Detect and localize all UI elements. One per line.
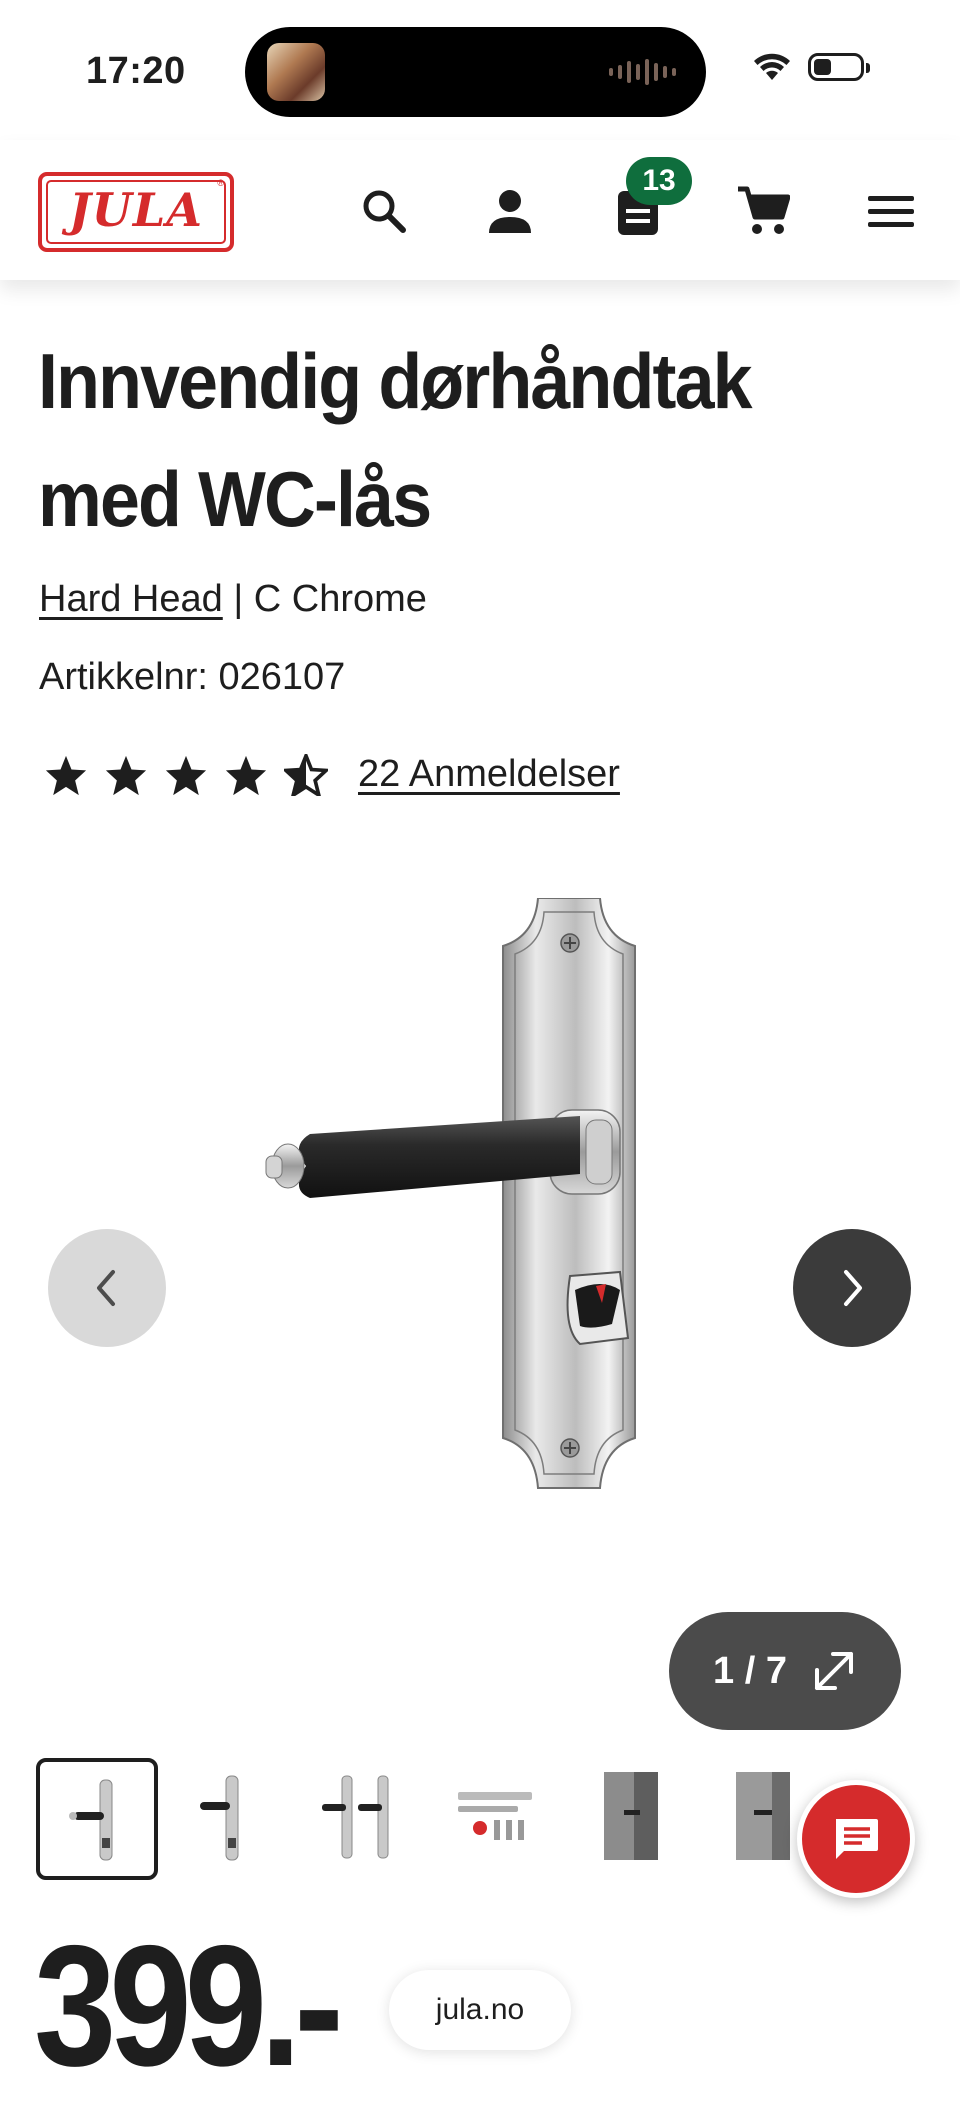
- product-variant: C Chrome: [253, 578, 427, 620]
- thumbnail-image: [69, 1779, 113, 1861]
- thumbnail-image: [200, 1775, 239, 1861]
- status-time: 17:20: [86, 50, 186, 92]
- expand-icon: [814, 1652, 853, 1690]
- star-icon: [105, 755, 147, 795]
- chevron-left-icon: [97, 1270, 115, 1306]
- product-image[interactable]: [250, 898, 710, 1498]
- cart-button[interactable]: [734, 182, 792, 240]
- thumbnail-4[interactable]: [438, 1758, 560, 1880]
- article-label: Artikkelnr:: [39, 656, 208, 698]
- search-button[interactable]: [355, 182, 413, 240]
- chevron-right-icon: [844, 1270, 862, 1306]
- chat-icon: [836, 1819, 878, 1859]
- site-header: JULA ® 13: [0, 140, 960, 280]
- product-rating[interactable]: 22 Anmeldelser: [44, 753, 620, 796]
- audio-waveform-icon: [609, 57, 676, 87]
- gallery-prev-button[interactable]: [48, 1229, 166, 1347]
- product-title: Innvendig dørhåndtak med WC-lås: [38, 337, 753, 543]
- star-icon: [225, 755, 267, 795]
- rating-stars: [44, 753, 328, 796]
- logo-text: JULA: [69, 183, 203, 237]
- battery-icon: [808, 53, 870, 81]
- chat-button[interactable]: [797, 1780, 915, 1898]
- account-button[interactable]: [481, 182, 539, 240]
- brand-link[interactable]: Hard Head: [39, 578, 223, 620]
- product-price: 399.-: [34, 1910, 344, 2102]
- thumbnail-5[interactable]: [572, 1758, 694, 1880]
- dynamic-island[interactable]: [245, 27, 706, 117]
- image-counter: 1 / 7: [713, 1649, 787, 1692]
- article-value: 026107: [218, 656, 346, 698]
- status-bar: 17:20: [0, 0, 960, 140]
- thumbnail-image: [604, 1772, 658, 1860]
- now-playing-artwork: [267, 43, 325, 101]
- cart-icon: [738, 186, 790, 234]
- article-number: Artikkelnr: 026107: [39, 656, 345, 699]
- thumbnail-image: [458, 1792, 532, 1840]
- thumbnail-image: [322, 1775, 389, 1859]
- thumbnail-2[interactable]: [170, 1758, 292, 1880]
- shopping-list-badge: 13: [626, 157, 692, 205]
- jula-logo[interactable]: JULA ®: [38, 172, 234, 252]
- star-icon: [45, 755, 87, 795]
- reviews-link[interactable]: 22 Anmeldelser: [358, 753, 620, 796]
- browser-url-pill[interactable]: jula.no: [389, 1970, 571, 2050]
- thumbnail-1[interactable]: [36, 1758, 158, 1880]
- brand-separator: |: [233, 578, 244, 620]
- menu-button[interactable]: [862, 182, 920, 240]
- wifi-icon: [754, 53, 790, 80]
- half-star-icon: [284, 753, 328, 796]
- menu-icon: [868, 196, 914, 227]
- gallery-next-button[interactable]: [793, 1229, 911, 1347]
- brand-line: Hard Head | C Chrome: [39, 578, 427, 621]
- user-icon: [489, 190, 531, 233]
- thumbnail-3[interactable]: [304, 1758, 426, 1880]
- star-icon: [165, 755, 207, 795]
- gallery-fullscreen-button[interactable]: 1 / 7: [669, 1612, 901, 1730]
- product-gallery[interactable]: 1 / 7: [0, 870, 960, 1730]
- search-icon: [363, 190, 406, 233]
